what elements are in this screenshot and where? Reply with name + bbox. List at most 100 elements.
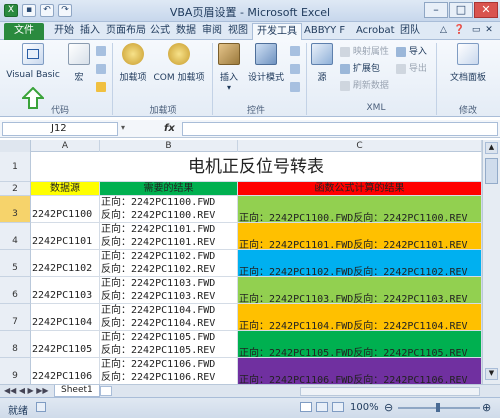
formula-result-cell[interactable]: 正向：2242PC1102.FWD反向：2242PC1102.REV [238, 250, 482, 277]
relative-ref-icon[interactable] [96, 64, 106, 74]
maximize-button[interactable]: □ [449, 2, 473, 18]
normal-view-icon[interactable] [300, 402, 312, 412]
tab-data[interactable]: 数据 [172, 23, 200, 40]
tab-view[interactable]: 视图 [224, 23, 252, 40]
source-cell[interactable]: 2242PC1101 [31, 223, 100, 250]
formula-result-cell[interactable]: 正向：2242PC1103.FWD反向：2242PC1103.REV [238, 277, 482, 304]
macros-button[interactable]: 宏 [66, 43, 92, 83]
scroll-down-arrow-icon[interactable]: ▼ [485, 368, 498, 380]
column-header-b[interactable]: B [100, 140, 238, 152]
chevron-down-icon: ▾ [226, 83, 231, 92]
header-cell-formula[interactable]: 函数公式计算的结果 [238, 182, 482, 196]
tab-developer[interactable]: 开发工具 [252, 23, 302, 40]
tab-page-layout[interactable]: 页面布局 [102, 23, 150, 40]
tab-formulas[interactable]: 公式 [146, 23, 174, 40]
scroll-thumb[interactable] [485, 158, 498, 184]
column-header-a[interactable]: A [31, 140, 100, 152]
expected-result-cell[interactable]: 正向：2242PC1102.FWD 反向：2242PC1102.REV [100, 250, 238, 277]
chevron-up-icon[interactable]: △ [440, 25, 447, 35]
formula-result-cell[interactable]: 正向：2242PC1104.FWD反向：2242PC1104.REV [238, 304, 482, 331]
import-button[interactable]: 导入 [396, 44, 427, 57]
refresh-data-button[interactable]: 刷新数据 [340, 78, 389, 91]
expansion-packs-button[interactable]: 扩展包 [340, 61, 380, 74]
horizontal-scrollbar[interactable] [300, 387, 480, 396]
properties-icon[interactable] [290, 46, 300, 56]
run-dialog-icon[interactable] [290, 82, 300, 92]
macro-security-icon[interactable] [96, 82, 106, 92]
zoom-slider-thumb[interactable] [436, 403, 440, 412]
source-cell[interactable]: 2242PC1104 [31, 304, 100, 331]
expansion-pack-icon [340, 63, 350, 74]
row-header[interactable]: 9 [0, 358, 31, 384]
group-separator [212, 43, 213, 115]
formula-result-cell[interactable]: 正向：2242PC1100.FWD反向：2242PC1100.REV [238, 196, 482, 223]
restore-icon[interactable]: ▭ [472, 25, 481, 35]
tab-file[interactable]: 文件 [4, 23, 44, 40]
page-break-view-icon[interactable] [332, 402, 344, 412]
formula-result-cell[interactable]: 正向：2242PC1105.FWD反向：2242PC1105.REV [238, 331, 482, 358]
source-cell[interactable]: 2242PC1105 [31, 331, 100, 358]
tab-insert[interactable]: 插入 [76, 23, 104, 40]
formula-input[interactable] [182, 122, 498, 136]
expected-result-cell[interactable]: 正向：2242PC1100.FWD 反向：2242PC1100.REV [100, 196, 238, 223]
visual-basic-button[interactable]: Visual Basic [4, 43, 62, 80]
minimize-button[interactable]: – [424, 2, 448, 18]
select-all-corner[interactable] [0, 140, 31, 152]
tab-review[interactable]: 审阅 [198, 23, 226, 40]
row-header[interactable]: 8 [0, 331, 31, 358]
name-box-dropdown-icon[interactable]: ▾ [121, 123, 125, 132]
tab-acrobat[interactable]: Acrobat [352, 23, 399, 40]
header-cell-expected[interactable]: 需要的结果 [100, 182, 238, 196]
design-mode-button[interactable]: 设计模式 [244, 43, 288, 83]
tab-abbyy[interactable]: ABBYY F [300, 23, 349, 40]
source-button[interactable]: 源 [310, 43, 334, 83]
page-layout-view-icon[interactable] [316, 402, 328, 412]
close-button[interactable]: ✕ [474, 2, 498, 18]
row-header[interactable]: 4 [0, 223, 31, 250]
row-header[interactable]: 5 [0, 250, 31, 277]
row-header[interactable]: 6 [0, 277, 31, 304]
tab-team[interactable]: 团队 [396, 23, 424, 40]
com-addins-button[interactable]: COM 加载项 [150, 43, 208, 83]
help-icon[interactable]: ❓ [454, 25, 465, 35]
formula-result-cell[interactable]: 正向：2242PC1106.FWD反向：2242PC1106.REV [238, 358, 482, 384]
view-code-icon[interactable] [290, 64, 300, 74]
header-cell-source[interactable]: 数据源 [31, 182, 100, 196]
expected-result-cell[interactable]: 正向：2242PC1105.FWD 反向：2242PC1105.REV [100, 331, 238, 358]
source-cell[interactable]: 2242PC1103 [31, 277, 100, 304]
map-properties-button[interactable]: 映射属性 [340, 44, 389, 57]
column-header-c[interactable]: C [238, 140, 482, 152]
expected-result-cell[interactable]: 正向：2242PC1106.FWD 反向：2242PC1106.REV [100, 358, 238, 384]
sheet-title-cell[interactable]: 电机正反位号转表 [31, 152, 482, 182]
zoom-level[interactable]: 100% [350, 402, 379, 413]
source-cell[interactable]: 2242PC1102 [31, 250, 100, 277]
macro-record-icon[interactable] [36, 402, 46, 412]
document-panel-button[interactable]: 文档面板 [440, 43, 496, 83]
scroll-up-arrow-icon[interactable]: ▲ [485, 142, 498, 154]
new-sheet-icon[interactable] [100, 386, 112, 396]
ribbon-close-icon[interactable]: ✕ [485, 25, 493, 35]
export-button[interactable]: 导出 [396, 61, 427, 74]
sheet-nav-arrows[interactable]: ◀◀ ◀ ▶ ▶▶ [4, 386, 49, 395]
insert-function-button[interactable]: fx [164, 123, 175, 134]
record-macro-icon[interactable] [96, 46, 106, 56]
zoom-in-icon[interactable]: ⊕ [482, 401, 491, 414]
zoom-out-icon[interactable]: ⊖ [384, 401, 393, 414]
name-box[interactable]: J12 [2, 122, 118, 136]
row-header[interactable]: 2 [0, 182, 31, 196]
source-cell[interactable]: 2242PC1100 [31, 196, 100, 223]
row-header[interactable]: 1 [0, 152, 31, 182]
row-header[interactable]: 3 [0, 196, 31, 223]
row-header[interactable]: 7 [0, 304, 31, 331]
tab-home[interactable]: 开始 [50, 23, 78, 40]
sheet-tab[interactable]: Sheet1 [54, 385, 100, 397]
formula-result-cell[interactable]: 正向：2242PC1101.FWD反向：2242PC1101.REV [238, 223, 482, 250]
insert-control-button[interactable]: 插入 ▾ [216, 43, 242, 92]
source-cell[interactable]: 2242PC1106 [31, 358, 100, 384]
expected-result-cell[interactable]: 正向：2242PC1101.FWD 反向：2242PC1101.REV [100, 223, 238, 250]
expected-result-cell[interactable]: 正向：2242PC1104.FWD 反向：2242PC1104.REV [100, 304, 238, 331]
expected-result-cell[interactable]: 正向：2242PC1103.FWD 反向：2242PC1103.REV [100, 277, 238, 304]
addins-button[interactable]: 加载项 [116, 43, 150, 83]
vertical-scrollbar[interactable]: ▲ ▼ [482, 140, 500, 384]
group-label-addins: 加载项 [149, 106, 177, 116]
